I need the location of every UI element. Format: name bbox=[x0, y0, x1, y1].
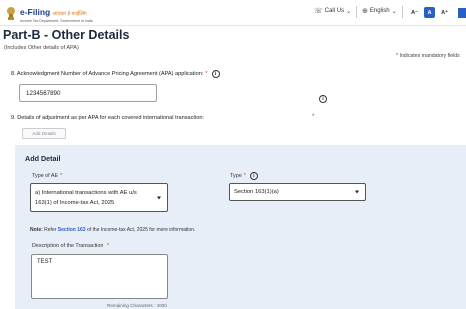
page-subtitle: (Includes Other details of APA) bbox=[4, 45, 79, 51]
divider bbox=[356, 6, 357, 18]
page-title: Part-B - Other Details bbox=[3, 28, 130, 42]
adjustment-details-label: 9. Details of adjustment as per APA for … bbox=[11, 115, 204, 121]
add-detail-panel: Add Detail Type of AE * a) International… bbox=[15, 145, 466, 309]
dropdown-caret-icon bbox=[157, 196, 161, 199]
type-of-ae-label: Type of AE * bbox=[32, 173, 62, 179]
efiling-logo[interactable]: e-Filing आयकर ई-फाईलिंग Income Tax Depart… bbox=[5, 3, 93, 23]
globe-icon: ⊕ bbox=[362, 8, 368, 15]
language-menu[interactable]: ⊕ English ⌄ bbox=[362, 7, 399, 15]
remaining-characters: Remaining Characters : 4000 bbox=[107, 303, 167, 308]
description-label: Description of the Transaction * bbox=[32, 243, 109, 249]
type-value: Section 163(1)(a) bbox=[234, 189, 279, 195]
call-us-menu[interactable]: ☏ Call Us ⌄ bbox=[314, 7, 353, 15]
type-of-ae-select[interactable]: a) International transactions with AE u/… bbox=[30, 183, 168, 212]
font-decrease-button[interactable]: A⁻ bbox=[409, 7, 420, 18]
required-asterisk: * bbox=[312, 114, 315, 120]
chevron-down-icon: ⌄ bbox=[391, 8, 397, 15]
note-prefix: Note: bbox=[30, 227, 43, 233]
type-text: Type bbox=[230, 173, 242, 179]
info-icon[interactable]: i bbox=[211, 70, 220, 78]
font-increase-button[interactable]: A⁺ bbox=[439, 7, 450, 18]
divider bbox=[402, 6, 403, 18]
section-note: Note: Refer Section 163 of the Income-ta… bbox=[30, 227, 195, 233]
language-label: English bbox=[369, 8, 390, 14]
note-refer: Refer bbox=[42, 227, 58, 233]
apa-ack-number-label: 8. Acknowledgment Number of Advance Pric… bbox=[11, 70, 220, 78]
call-us-label: Call Us bbox=[324, 8, 345, 14]
required-asterisk: * bbox=[205, 71, 208, 77]
logo-hindi: आयकर ई-फाईलिंग bbox=[52, 10, 87, 17]
info-icon[interactable]: i bbox=[249, 172, 258, 180]
apa-ack-number-input[interactable]: 1234567890 bbox=[19, 84, 157, 102]
info-icon[interactable]: i bbox=[319, 95, 327, 103]
type-of-ae-value: a) International transactions with AE u/… bbox=[35, 190, 137, 206]
font-normal-button[interactable]: A bbox=[424, 7, 435, 18]
section-163-link[interactable]: Section 163 bbox=[58, 227, 86, 233]
phone-icon: ☏ bbox=[314, 8, 323, 15]
description-textarea[interactable]: TEST bbox=[31, 254, 168, 299]
profile-menu-edge[interactable] bbox=[458, 8, 466, 18]
required-asterisk: * bbox=[106, 243, 109, 249]
apa-ack-number-text: 8. Acknowledgment Number of Advance Pric… bbox=[11, 71, 204, 77]
mandatory-note: * Indicates mandatory fields bbox=[396, 53, 460, 59]
dropdown-caret-icon bbox=[355, 190, 359, 194]
type-label: Type * i bbox=[230, 172, 258, 180]
type-select[interactable]: Section 163(1)(a) bbox=[229, 183, 366, 201]
national-emblem-icon bbox=[7, 6, 15, 20]
chevron-down-icon: ⌄ bbox=[346, 8, 352, 15]
panel-title: Add Detail bbox=[25, 154, 61, 163]
top-header: e-Filing आयकर ई-फाईलिंग Income Tax Depart… bbox=[0, 0, 466, 26]
logo-title: e-Filing bbox=[20, 6, 51, 17]
logo-subtitle: Income Tax Department, Government of Ind… bbox=[20, 18, 93, 23]
required-asterisk: * bbox=[243, 173, 246, 179]
required-asterisk: * bbox=[60, 173, 63, 179]
add-details-button[interactable]: Add Details bbox=[22, 128, 66, 139]
description-text: Description of the Transaction bbox=[32, 243, 104, 249]
type-of-ae-text: Type of AE bbox=[32, 173, 59, 179]
note-suffix: of the Income-tax Act, 2025 for more inf… bbox=[85, 227, 196, 233]
